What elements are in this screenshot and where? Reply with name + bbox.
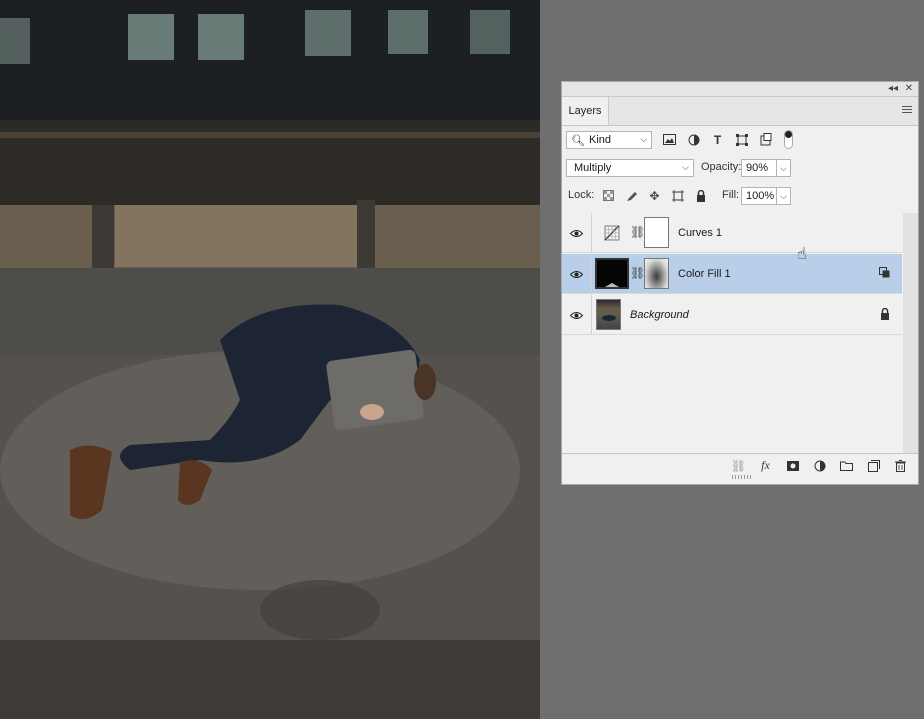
layer-mask-thumbnail[interactable]: [644, 258, 669, 289]
panel-resize-grip[interactable]: [732, 475, 752, 479]
clipping-smart-filter-icon: [879, 267, 890, 281]
shape-layer-filter-icon[interactable]: [734, 132, 749, 147]
layers-list: ⛓︎ Curves 1 ⛓︎ Color Fill 1 Background: [562, 213, 902, 453]
filter-toggle-switch[interactable]: [784, 130, 793, 149]
document-canvas[interactable]: [0, 0, 540, 719]
visibility-eye-icon[interactable]: [562, 295, 592, 335]
mask-link-icon[interactable]: ⛓︎: [630, 266, 645, 280]
layer-name: Curves 1: [678, 227, 723, 239]
opacity-chevron-icon[interactable]: ⌵: [777, 159, 791, 177]
panel-title-bar[interactable]: ◂◂ ✕: [562, 82, 918, 97]
new-group-icon[interactable]: [839, 458, 854, 473]
layer-mask-thumbnail[interactable]: [644, 217, 669, 248]
layers-panel: ◂◂ ✕ Layers 🔍︎ Kind ⌵ T Multiply ⌵ Opaci…: [561, 81, 919, 485]
blend-row: Multiply ⌵ Opacity: 90% ⌵: [562, 154, 918, 182]
trash-icon[interactable]: [893, 458, 908, 473]
panel-footer: ⛓︎ fx: [562, 453, 918, 479]
kind-filter-value: Kind: [589, 134, 612, 146]
chevron-down-icon: ⌵: [640, 134, 647, 144]
hamburger-menu-icon[interactable]: [902, 106, 912, 115]
lock-icon[interactable]: [880, 307, 890, 323]
color-fill-thumbnail[interactable]: [595, 258, 629, 289]
panel-tab-row: Layers: [562, 97, 918, 126]
lock-label: Lock:: [568, 189, 595, 201]
lock-all-icon[interactable]: [693, 188, 708, 203]
fill-label: Fill:: [722, 189, 740, 201]
lock-artboard-icon[interactable]: [670, 188, 685, 203]
kind-filter-dropdown[interactable]: 🔍︎ Kind ⌵: [566, 131, 652, 149]
lock-position-icon[interactable]: ✥: [647, 188, 662, 203]
opacity-label: Opacity:: [701, 161, 742, 173]
layer-row-background[interactable]: Background: [562, 295, 902, 335]
close-icon[interactable]: ✕: [905, 82, 913, 96]
mask-link-icon[interactable]: ⛓︎: [630, 225, 645, 239]
adjustment-layer-filter-icon[interactable]: [686, 132, 701, 147]
blend-mode-value: Multiply: [574, 162, 612, 174]
double-chevron-left-icon[interactable]: ◂◂: [888, 82, 898, 96]
visibility-eye-icon[interactable]: [562, 254, 592, 294]
new-adjustment-icon[interactable]: [812, 458, 827, 473]
type-layer-filter-icon[interactable]: T: [710, 132, 725, 147]
fx-icon[interactable]: fx: [758, 458, 773, 473]
layers-scrollbar[interactable]: [903, 213, 918, 453]
visibility-eye-icon[interactable]: [562, 213, 592, 253]
hand-cursor-icon: ☝︎: [797, 246, 807, 263]
opacity-input[interactable]: 90%: [741, 159, 777, 177]
layer-row-color-fill[interactable]: ⛓︎ Color Fill 1: [562, 254, 902, 294]
lock-image-pixels-icon[interactable]: [624, 188, 639, 203]
search-icon: 🔍︎: [571, 135, 585, 147]
new-layer-icon[interactable]: [866, 458, 881, 473]
add-mask-icon[interactable]: [785, 458, 800, 473]
lock-transparent-pixels-icon[interactable]: [601, 188, 616, 203]
chevron-down-icon: ⌵: [682, 162, 689, 172]
filter-row: 🔍︎ Kind ⌵ T: [562, 126, 918, 154]
layer-name: Background: [630, 309, 689, 321]
fill-input[interactable]: 100%: [741, 187, 777, 205]
photo-image: [0, 0, 540, 719]
fill-chevron-icon[interactable]: ⌵: [777, 187, 791, 205]
layer-name: Color Fill 1: [678, 268, 731, 280]
background-thumbnail[interactable]: [596, 299, 621, 330]
pixel-layer-filter-icon[interactable]: [662, 132, 677, 147]
smart-object-filter-icon[interactable]: [758, 132, 773, 147]
layer-row-curves[interactable]: ⛓︎ Curves 1: [562, 213, 902, 253]
link-layers-icon[interactable]: ⛓︎: [731, 458, 746, 473]
tab-layers[interactable]: Layers: [562, 97, 609, 125]
lock-row: Lock: ✥ Fill: 100% ⌵: [562, 182, 918, 210]
curves-adjustment-icon: [600, 217, 625, 248]
blend-mode-dropdown[interactable]: Multiply ⌵: [566, 159, 694, 177]
